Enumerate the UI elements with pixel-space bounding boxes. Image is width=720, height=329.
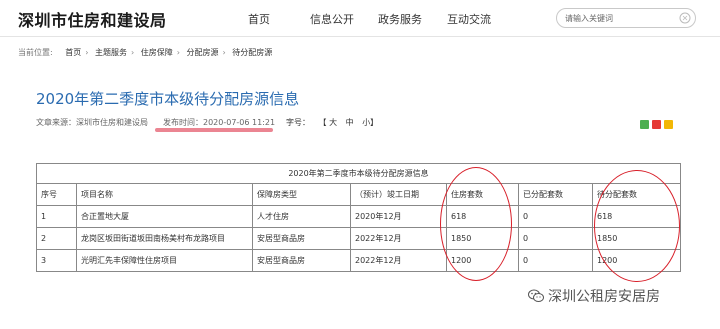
search-icon[interactable] [679, 12, 691, 24]
table-header: 序号 [36, 183, 77, 206]
breadcrumb-item-home[interactable]: 首页 [65, 48, 81, 57]
nav-home[interactable]: 首页 [248, 11, 270, 27]
breadcrumb-item-pending[interactable]: 待分配房源 [232, 48, 272, 57]
font-size-label: 字号： [286, 118, 310, 127]
wechat-icon [528, 289, 544, 302]
breadcrumb-separator: › [176, 48, 180, 57]
table-cell: 2022年12月 [350, 249, 447, 272]
table-cell: 2022年12月 [350, 227, 447, 250]
watermark-text: 深圳公租房安居房 [548, 289, 660, 305]
article-source: 文章来源：深圳市住房和建设局 [36, 118, 148, 127]
table-cell: 0 [518, 205, 593, 228]
font-size-small-button[interactable]: 小】 [362, 118, 378, 127]
breadcrumb-label: 当前位置: [18, 48, 53, 57]
site-title[interactable]: 深圳市住房和建设局 [18, 7, 167, 31]
nav-interaction[interactable]: 互动交流 [447, 11, 491, 27]
table-header-row: 序号 项目名称 保障房类型 （预计）竣工日期 住房套数 已分配套数 待分配套数 [36, 183, 681, 206]
table-cell: 3 [36, 249, 77, 272]
table-row: 1 合正置地大厦 人才住房 2020年12月 618 0 618 [36, 205, 681, 228]
breadcrumb-separator: › [85, 48, 89, 57]
table-row: 3 光明汇先丰保障性住房项目 安居型商品房 2022年12月 1200 0 12… [36, 249, 681, 272]
breadcrumb-item-allocation[interactable]: 分配房源 [187, 48, 219, 57]
annotation-circle-pending-count [594, 170, 680, 282]
font-size-control: 字号： 【 大 中 小】 [286, 117, 381, 128]
wechat-share-icon[interactable] [640, 120, 649, 129]
nav-gov-service[interactable]: 政务服务 [378, 11, 422, 27]
publish-time: 发布时间：2020-07-06 11:21 [163, 118, 276, 127]
search-box [556, 8, 696, 28]
font-size-large-button[interactable]: 【 大 [319, 118, 338, 127]
breadcrumb: 当前位置: 首页 › 主题服务 › 住房保障 › 分配房源 › 待分配房源 [18, 47, 272, 58]
table-caption: 2020年第二季度市本级待分配房源信息 [36, 163, 681, 184]
table-cell: 1 [36, 205, 77, 228]
table-cell: 光明汇先丰保障性住房项目 [76, 249, 253, 272]
nav-info-public[interactable]: 信息公开 [310, 11, 354, 27]
breadcrumb-item-housing[interactable]: 住房保障 [141, 48, 173, 57]
table-header: （预计）竣工日期 [350, 183, 447, 206]
table-header: 保障房类型 [252, 183, 351, 206]
breadcrumb-item-topic[interactable]: 主题服务 [95, 48, 127, 57]
highlight-underline [155, 128, 273, 132]
header-divider [0, 36, 720, 37]
table-caption-row: 2020年第二季度市本级待分配房源信息 [36, 163, 681, 184]
table-cell: 0 [518, 249, 593, 272]
search-input[interactable] [565, 11, 675, 25]
table-cell: 合正置地大厦 [76, 205, 253, 228]
watermark: 深圳公租房安居房 [528, 286, 660, 306]
table-row: 2 龙岗区坂田街道坂田南杨美村布龙路项目 安居型商品房 2022年12月 185… [36, 227, 681, 250]
font-size-medium-button[interactable]: 中 [346, 118, 354, 127]
table-cell: 2020年12月 [350, 205, 447, 228]
table-cell: 人才住房 [252, 205, 351, 228]
table-cell: 2 [36, 227, 77, 250]
site-header: 深圳市住房和建设局 首页 信息公开 政务服务 互动交流 [0, 0, 720, 36]
housing-table: 2020年第二季度市本级待分配房源信息 序号 项目名称 保障房类型 （预计）竣工… [36, 163, 681, 272]
table-header: 已分配套数 [518, 183, 593, 206]
table-cell: 龙岗区坂田街道坂田南杨美村布龙路项目 [76, 227, 253, 250]
article-title: 2020年第二季度市本级待分配房源信息 [36, 90, 300, 108]
weibo-share-icon[interactable] [652, 120, 661, 129]
table-cell: 安居型商品房 [252, 227, 351, 250]
breadcrumb-separator: › [222, 48, 226, 57]
qzone-share-icon[interactable] [664, 120, 673, 129]
breadcrumb-separator: › [131, 48, 135, 57]
annotation-circle-housing-count [440, 167, 512, 281]
table-cell: 0 [518, 227, 593, 250]
table-header: 项目名称 [76, 183, 253, 206]
table-cell: 安居型商品房 [252, 249, 351, 272]
share-icons [640, 120, 673, 129]
